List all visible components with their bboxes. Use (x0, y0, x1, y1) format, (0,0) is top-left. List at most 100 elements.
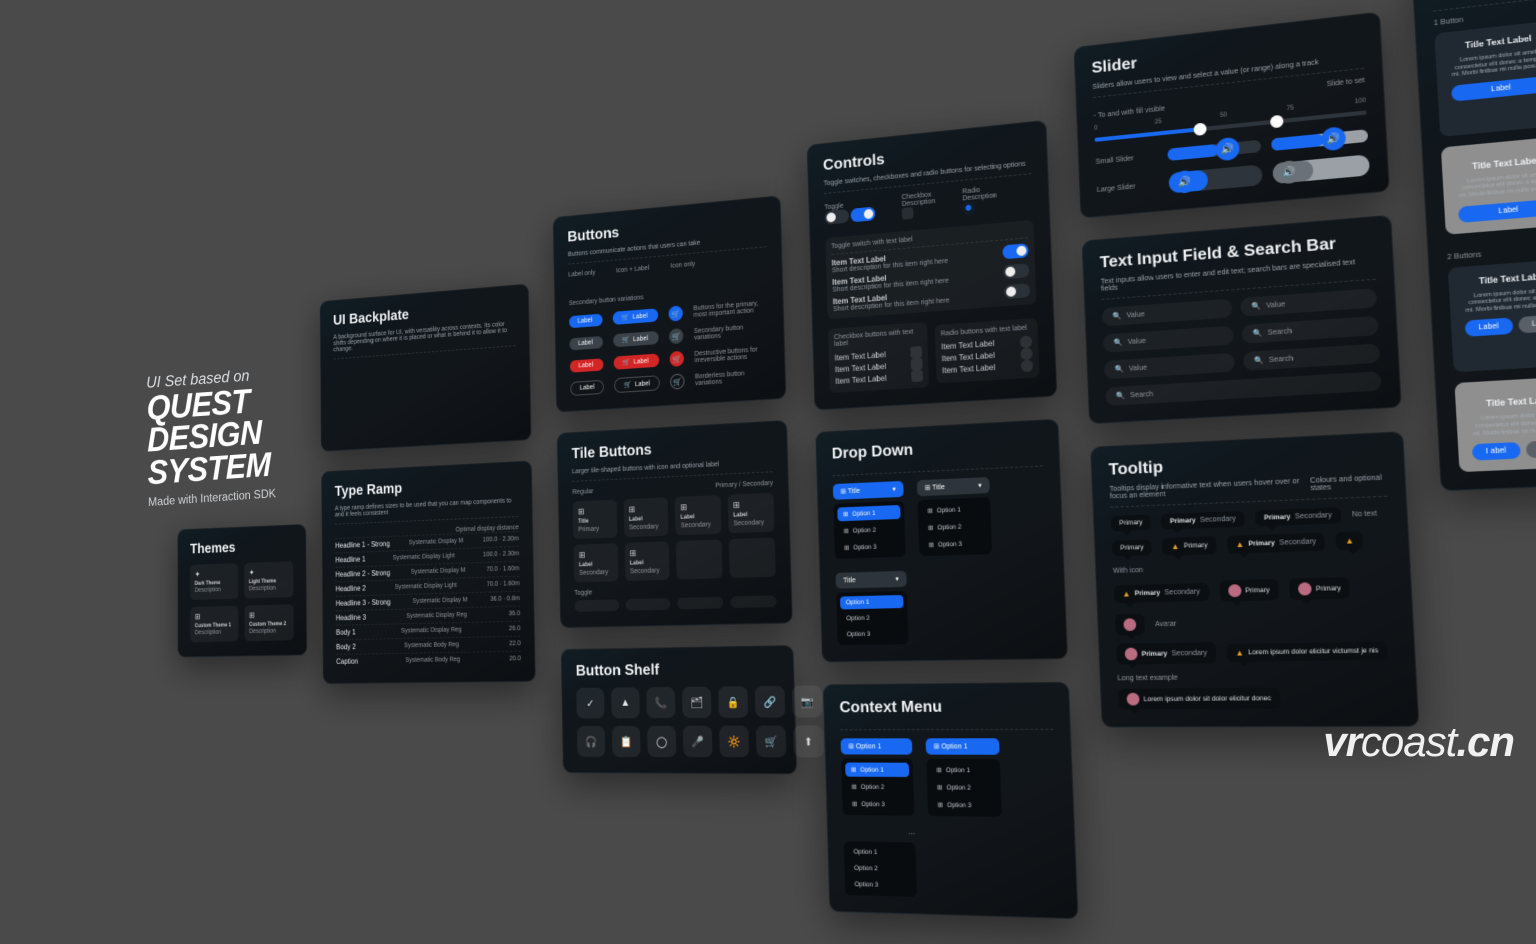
dropdown-trigger[interactable]: Title▾ (835, 571, 906, 589)
contextmenu-trigger[interactable]: ⊞ Option 1 (926, 738, 1000, 755)
primary-button-icon[interactable]: 🛒Label (613, 308, 658, 325)
contextmenu-item[interactable]: ⊞Option 3 (846, 797, 910, 812)
shelf-button[interactable]: 🔆 (719, 726, 749, 758)
search-input[interactable]: 🔍Search (1241, 316, 1378, 344)
borderless-button-icon[interactable]: 🛒Label (614, 375, 660, 393)
shelf-button[interactable]: ✓ (576, 688, 604, 719)
contextmenu-item[interactable]: ⊞Option 1 (930, 763, 996, 778)
checkbox[interactable] (911, 358, 923, 371)
theme-light[interactable]: ✦Light ThemeDescription (244, 561, 293, 598)
checkbox[interactable] (911, 370, 923, 383)
warning-icon: ▲ (1122, 589, 1131, 599)
dropdown-item[interactable]: ⊞Option 2 (838, 522, 901, 538)
dropdown-item[interactable]: Option 2 (840, 611, 904, 625)
secondary-icon-button[interactable]: 🛒 (669, 328, 684, 344)
dialog-button[interactable]: Label (1518, 314, 1536, 333)
contextmenu-trigger[interactable]: ⊞ Option 1 (841, 738, 913, 754)
search-input[interactable]: 🔍Search (1243, 343, 1380, 370)
tile-button[interactable]: ⊞LabelSecondary (624, 541, 669, 581)
tile-button[interactable] (728, 537, 775, 577)
radio[interactable] (1020, 335, 1032, 348)
shelf-button[interactable]: 📋 (612, 726, 641, 757)
dropdown-item[interactable]: ⊞Option 3 (838, 539, 901, 555)
dialog-button[interactable]: Label (1451, 75, 1536, 101)
secondary-button[interactable]: Label (569, 335, 603, 350)
shelf-button[interactable]: 🗂 (682, 687, 712, 718)
contextmenu-item[interactable]: ⊞Option 3 (931, 798, 997, 813)
destructive-button-icon[interactable]: 🛒Label (614, 353, 660, 369)
text-input[interactable]: 🔍Value (1240, 288, 1377, 317)
dropdown-item[interactable]: ⊞Option 2 (922, 519, 987, 535)
shelf-button[interactable]: 🎤 (683, 726, 713, 757)
checkbox[interactable] (902, 207, 914, 220)
shelf-button[interactable]: ⬆ (793, 725, 824, 757)
contextmenu-item[interactable]: Option 3 (849, 878, 913, 893)
avatar-icon (1228, 584, 1242, 597)
shelf-button[interactable]: 🔒 (718, 686, 748, 718)
dialog-button[interactable]: Label (1472, 442, 1520, 461)
contextmenu-item[interactable]: ⊞Option 2 (931, 780, 997, 795)
tile-toggle[interactable] (730, 595, 777, 608)
tile-button[interactable] (676, 539, 722, 579)
dialog-button[interactable]: Label (1465, 318, 1513, 337)
checkbox[interactable] (910, 346, 922, 359)
tile-button[interactable]: ⊞LabelSecondary (675, 495, 721, 535)
secondary-button-icon[interactable]: 🛒Label (613, 331, 658, 347)
radio[interactable] (1021, 359, 1033, 372)
large-slider[interactable]: 🔊 (1168, 164, 1262, 193)
shelf-button[interactable]: 🛒 (756, 726, 787, 758)
tile-button[interactable]: ⊞LabelSecondary (623, 497, 668, 537)
borderless-button[interactable]: Label (570, 379, 604, 395)
toggle[interactable] (1002, 243, 1028, 259)
toggle[interactable] (1004, 283, 1030, 299)
shelf-button[interactable]: ▲ (611, 687, 640, 718)
small-slider[interactable]: 🔊 (1271, 129, 1368, 151)
tooltip-warning: ▲ (1336, 531, 1364, 550)
text-input[interactable]: 🔍Value (1103, 326, 1234, 353)
more-icon[interactable]: ⋯ (843, 829, 915, 838)
dialog-button[interactable]: Label (1458, 198, 1536, 222)
tile-button[interactable]: ⊞LabelSecondary (573, 543, 618, 582)
shelf-button[interactable]: 🔗 (755, 686, 786, 718)
dropdown-trigger[interactable]: ⊞ Title▾ (833, 481, 904, 500)
contextmenu-item[interactable]: Option 1 (848, 845, 912, 859)
dropdown-item[interactable]: Option 1 (840, 595, 904, 610)
dropdown-item[interactable]: Option 3 (841, 627, 905, 641)
toggle[interactable] (1003, 263, 1029, 279)
destructive-icon-button[interactable]: 🛒 (670, 351, 685, 367)
theme-custom-1[interactable]: ⊞Custom Theme 1Description (190, 606, 238, 643)
dropdown-trigger[interactable]: ⊞ Title▾ (917, 477, 990, 496)
contextmenu-item[interactable]: Option 2 (848, 862, 912, 877)
small-slider[interactable]: 🔊 (1167, 140, 1261, 161)
contextmenu-item[interactable]: ⊞Option 2 (846, 780, 910, 795)
theme-custom-2[interactable]: ⊞Custom Theme 2Description (244, 604, 293, 641)
dropdown-item[interactable]: ⊞Option 1 (921, 501, 986, 518)
primary-icon-button[interactable]: 🛒 (668, 305, 682, 321)
controls-panel: Controls Toggle switches, checkboxes and… (807, 120, 1058, 411)
theme-dark[interactable]: ✦Dark ThemeDescription (190, 563, 238, 600)
radio[interactable] (1020, 347, 1032, 360)
dropdown-item[interactable]: ⊞Option 1 (837, 505, 900, 521)
tile-button[interactable]: ⊞TitlePrimary (573, 500, 617, 540)
tile-toggle[interactable] (625, 598, 670, 611)
borderless-icon-button[interactable]: 🛒 (670, 374, 685, 390)
large-slider[interactable]: 🔊 (1272, 154, 1370, 184)
dropdown-item[interactable]: ⊞Option 3 (923, 536, 988, 552)
tile-toggle[interactable] (677, 597, 723, 610)
tile-button[interactable]: ⊞LabelSecondary (727, 493, 774, 534)
shelf-button[interactable]: 📞 (646, 687, 675, 718)
toggle-on[interactable] (851, 206, 876, 222)
text-input[interactable]: 🔍Value (1104, 353, 1235, 380)
contextmenu-item[interactable]: ⊞Option 1 (845, 763, 909, 777)
shelf-button[interactable]: ◯ (647, 726, 676, 757)
radio[interactable] (963, 201, 975, 214)
shelf-button[interactable]: 🎧 (577, 726, 605, 757)
tile-toggle[interactable] (574, 599, 618, 612)
toggle-off[interactable] (824, 209, 849, 225)
primary-button[interactable]: Label (569, 313, 603, 328)
destructive-button[interactable]: Label (570, 358, 604, 372)
dialog-button[interactable]: Label (1525, 440, 1536, 459)
text-input[interactable]: 🔍Value (1102, 299, 1233, 327)
shelf-button[interactable]: 📷 (792, 685, 823, 717)
dialog-title: Title Text Label (1479, 271, 1536, 286)
